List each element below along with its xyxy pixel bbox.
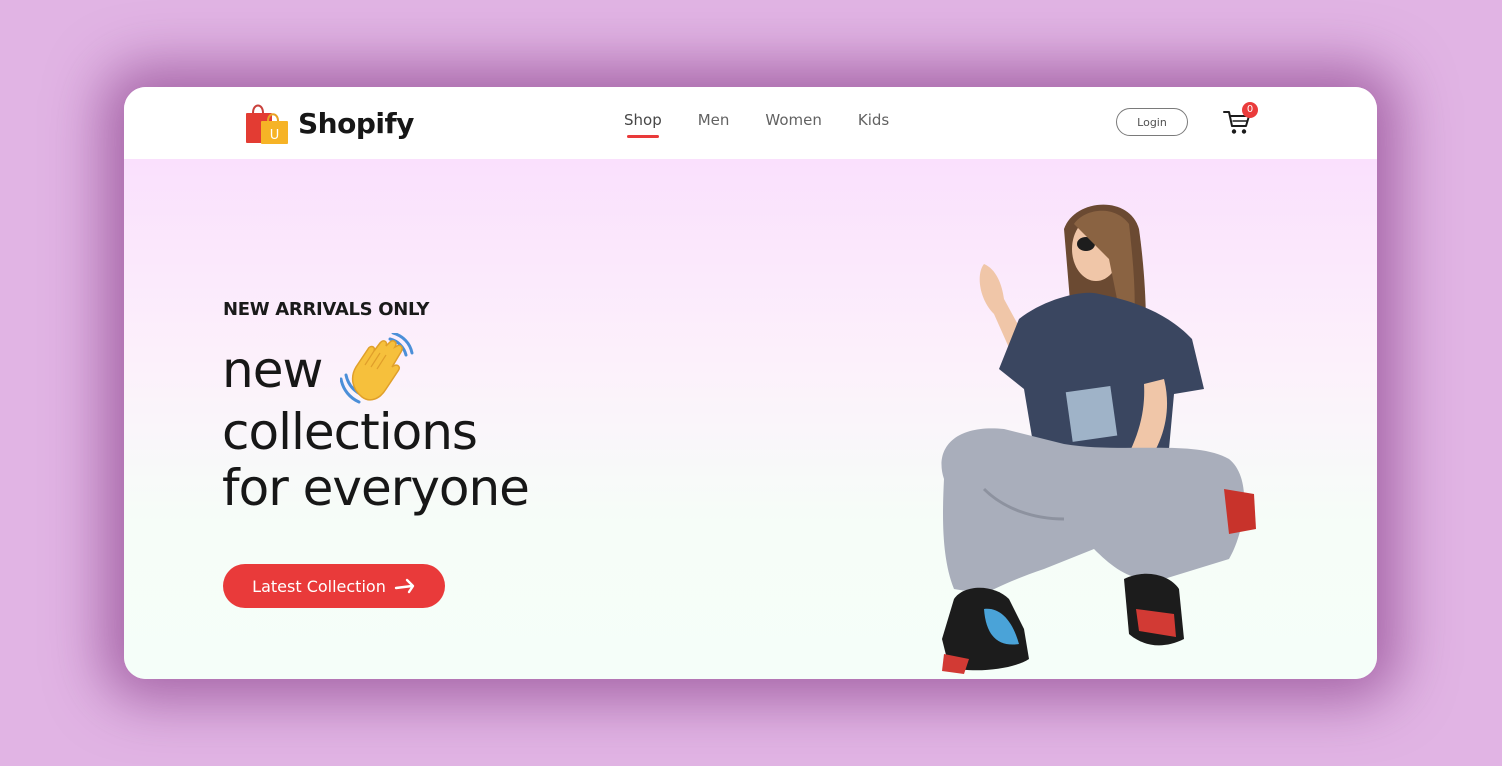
hero-title-word-new: new [222,341,323,399]
brand[interactable]: U Shopify [244,101,414,145]
hero-model-image [941,204,1256,674]
nav-men[interactable]: Men [698,111,730,129]
hero-title-line: collections [222,403,478,461]
logo-letter: U [270,128,280,143]
arrow-right-icon [394,578,415,594]
nav-women[interactable]: Women [765,111,821,129]
hero-tagline: NEW ARRIVALS ONLY [223,299,430,320]
hero-title: new collections for everyone [222,333,530,519]
login-button[interactable]: Login [1116,108,1188,136]
main-nav: Shop Men Women Kids [624,111,925,138]
browser-window: U Shopify Shop Men Women Kids Login 0 NE… [124,87,1377,679]
cta-label: Latest Collection [252,576,386,596]
shopping-bags-icon: U [246,104,288,144]
hero-section: NEW ARRIVALS ONLY new collections for ev… [124,159,1377,679]
nav-shop[interactable]: Shop [624,111,662,138]
nav-kids[interactable]: Kids [858,111,889,129]
hero-title-line: for everyone [222,459,530,517]
latest-collection-button[interactable]: Latest Collection [223,564,445,608]
cart-count-badge: 0 [1242,102,1258,118]
navbar: U Shopify Shop Men Women Kids Login 0 [124,87,1377,159]
waving-hand-icon [340,333,414,404]
hero-title-line: new [222,333,529,404]
brand-name: Shopify [298,106,414,140]
